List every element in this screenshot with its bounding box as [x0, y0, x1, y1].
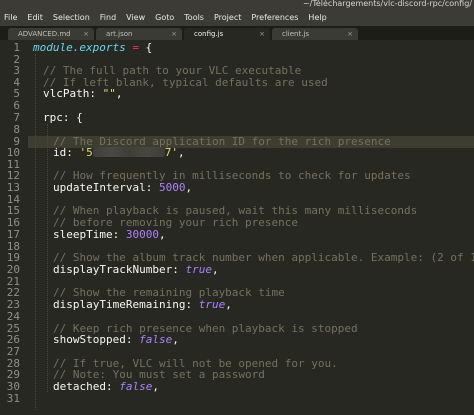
property-key: displayTrackNumber: [53, 263, 179, 276]
code-line: sleepTime: 30000, [53, 229, 166, 241]
line-number: 31 [6, 392, 20, 405]
assign-operator: = [132, 41, 139, 54]
tab-label: art.json [106, 30, 133, 38]
tab-label: client.js [282, 30, 310, 38]
menu-help[interactable]: Help [303, 13, 331, 22]
code-line: detached: false, [53, 381, 159, 393]
property-key: displayTimeRemaining: [53, 298, 193, 311]
boolean-value: false [119, 380, 153, 393]
boolean-value: true [185, 263, 212, 276]
property-key: updateInterval: [53, 181, 153, 194]
property-key: detached: [53, 380, 113, 393]
code-line: showStopped: false, [53, 334, 179, 346]
property-key: id: [53, 146, 73, 159]
open-brace: { [145, 41, 153, 54]
number-value: 30000 [125, 228, 159, 241]
close-icon[interactable]: × [83, 28, 89, 40]
redacted-blur [92, 147, 165, 157]
menu-tools[interactable]: Tools [179, 13, 209, 22]
editor-window: ~/Téléchargements/vlc-discord-rpc/config… [0, 0, 474, 415]
string-value-start: '5 [79, 146, 93, 159]
comma: , [152, 380, 159, 393]
menu-preferences[interactable]: Preferences [246, 13, 303, 22]
close-icon[interactable]: × [347, 28, 353, 40]
property-key: showStopped: [53, 333, 133, 346]
code-line: rpc: { [43, 112, 83, 124]
tab-label: ADVANCED.md [18, 30, 71, 38]
menu-file[interactable]: File [0, 13, 22, 22]
boolean-value: false [139, 333, 173, 346]
comma: , [185, 181, 193, 194]
number-value: 5000 [158, 181, 186, 194]
comma: , [178, 146, 185, 159]
comma: , [158, 228, 166, 241]
indent-guide [47, 124, 48, 392]
tab-bar: ADVANCED.md × art.json × config.js × cli… [0, 26, 474, 40]
code-line: displayTrackNumber: true, [53, 264, 219, 276]
boolean-value: true [198, 298, 226, 311]
menu-selection[interactable]: Selection [48, 13, 95, 22]
menu-project[interactable]: Project [209, 13, 246, 22]
tab-config-js[interactable]: config.js × [184, 28, 270, 40]
comma: , [225, 298, 232, 311]
code-area[interactable]: module.exports = { // The full path to y… [33, 40, 474, 415]
tab-client-js[interactable]: client.js × [272, 28, 358, 40]
indent-guide [35, 54, 36, 410]
code-line: vlcPath: "", [43, 88, 122, 100]
tab-art-json[interactable]: art.json × [96, 28, 182, 40]
code-line: updateInterval: 5000, [53, 182, 192, 194]
rpc-object-open: rpc: { [43, 111, 83, 124]
window-title: ~/Téléchargements/vlc-discord-rpc/config… [302, 0, 472, 8]
comma: , [211, 263, 219, 276]
property-key: sleepTime: [53, 228, 120, 241]
close-icon[interactable]: × [171, 28, 177, 40]
line-number-gutter: 1 2 3 4 5 6 7 8 9 10 11 12 13 14 15 16 1… [0, 40, 28, 415]
close-icon[interactable]: × [259, 28, 265, 40]
tab-advanced-md[interactable]: ADVANCED.md × [8, 28, 94, 40]
menu-bar: File Edit Selection Find View Goto Tools… [0, 9, 474, 26]
string-value: "" [102, 87, 116, 100]
menu-find[interactable]: Find [95, 13, 121, 22]
menu-goto[interactable]: Goto [150, 13, 179, 22]
title-bar: ~/Téléchargements/vlc-discord-rpc/config… [0, 0, 474, 9]
comma: , [172, 333, 179, 346]
tab-label: config.js [194, 30, 224, 38]
comma: , [115, 87, 123, 100]
menu-edit[interactable]: Edit [22, 13, 48, 22]
module-exports-keyword: module.exports [33, 41, 126, 54]
string-value-end: 7' [164, 146, 178, 159]
menu-view[interactable]: View [121, 13, 150, 22]
code-line: displayTimeRemaining: true, [53, 299, 232, 311]
code-line-current: id: '5 7', [53, 147, 185, 159]
code-line: module.exports = { [33, 42, 152, 54]
property-key: vlcPath: [43, 87, 96, 100]
